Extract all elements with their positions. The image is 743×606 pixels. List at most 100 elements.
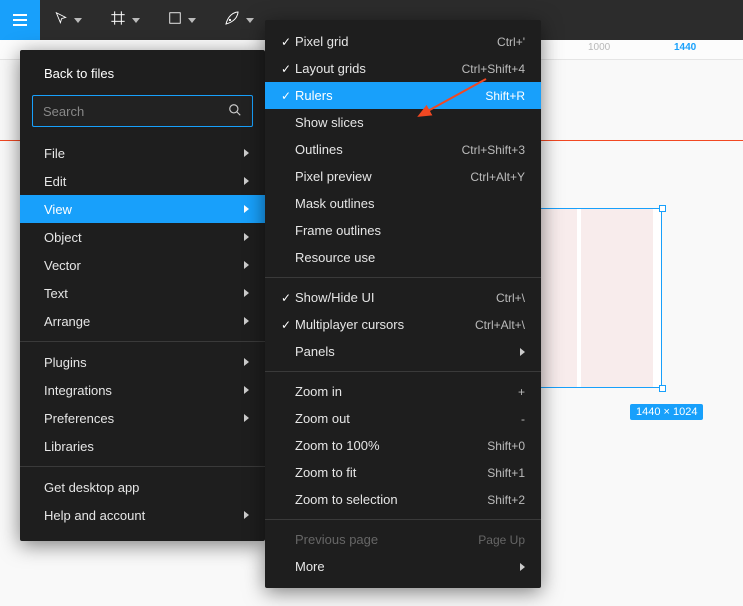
submenu-item-label: Zoom to fit (295, 465, 487, 480)
submenu-item-multiplayer-cursors[interactable]: ✓Multiplayer cursorsCtrl+Alt+\ (265, 311, 541, 338)
submenu-item-more[interactable]: More (265, 553, 541, 580)
chevron-right-icon (244, 233, 249, 241)
submenu-item-pixel-preview[interactable]: Pixel previewCtrl+Alt+Y (265, 163, 541, 190)
menu-item-label: Preferences (44, 411, 244, 426)
chevron-right-icon (244, 386, 249, 394)
shortcut-label: - (521, 412, 525, 426)
submenu-item-panels[interactable]: Panels (265, 338, 541, 365)
menu-item-plugins[interactable]: Plugins (20, 348, 265, 376)
menu-item-view[interactable]: View (20, 195, 265, 223)
submenu-item-show-hide-ui[interactable]: ✓Show/Hide UICtrl+\ (265, 284, 541, 311)
submenu-item-zoom-to-selection[interactable]: Zoom to selectionShift+2 (265, 486, 541, 513)
tool-shape[interactable] (154, 0, 210, 40)
shortcut-label: Ctrl+' (497, 35, 525, 49)
tool-move[interactable] (40, 0, 96, 40)
submenu-item-pixel-grid[interactable]: ✓Pixel gridCtrl+' (265, 28, 541, 55)
submenu-item-label: More (295, 559, 520, 574)
submenu-item-label: Zoom in (295, 384, 518, 399)
tool-pen[interactable] (210, 0, 268, 40)
submenu-item-label: Frame outlines (295, 223, 525, 238)
submenu-item-outlines[interactable]: OutlinesCtrl+Shift+3 (265, 136, 541, 163)
chevron-right-icon (244, 289, 249, 297)
chevron-right-icon (520, 563, 525, 571)
shortcut-label: Ctrl+\ (496, 291, 525, 305)
submenu-item-zoom-to-100-[interactable]: Zoom to 100%Shift+0 (265, 432, 541, 459)
menu-item-vector[interactable]: Vector (20, 251, 265, 279)
shortcut-label: Ctrl+Alt+Y (470, 170, 525, 184)
chevron-down-icon (246, 18, 254, 23)
menu-item-label: Help and account (44, 508, 244, 523)
chevron-right-icon (244, 261, 249, 269)
chevron-right-icon (244, 149, 249, 157)
menu-search[interactable] (32, 95, 253, 127)
ruler-label: 1440 (674, 42, 696, 53)
shortcut-label: Shift+2 (487, 493, 525, 507)
menu-item-file[interactable]: File (20, 139, 265, 167)
submenu-item-label: Pixel grid (295, 34, 497, 49)
submenu-item-label: Zoom out (295, 411, 521, 426)
submenu-item-label: Previous page (295, 532, 478, 547)
shortcut-label: Shift+1 (487, 466, 525, 480)
shortcut-label: + (518, 385, 525, 399)
menu-item-label: Plugins (44, 355, 244, 370)
menu-item-label: Integrations (44, 383, 244, 398)
submenu-item-label: Mask outlines (295, 196, 525, 211)
shortcut-label: Shift+R (485, 89, 525, 103)
submenu-item-label: Show/Hide UI (295, 290, 496, 305)
shortcut-label: Shift+0 (487, 439, 525, 453)
menu-item-edit[interactable]: Edit (20, 167, 265, 195)
menu-item-label: Arrange (44, 314, 244, 329)
move-icon (54, 11, 68, 30)
menu-item-text[interactable]: Text (20, 279, 265, 307)
menu-item-integrations[interactable]: Integrations (20, 376, 265, 404)
selection-handle[interactable] (659, 205, 666, 212)
chevron-right-icon (244, 205, 249, 213)
submenu-item-layout-grids[interactable]: ✓Layout gridsCtrl+Shift+4 (265, 55, 541, 82)
submenu-item-label: Rulers (295, 88, 485, 103)
submenu-item-label: Panels (295, 344, 520, 359)
pen-icon (224, 10, 240, 31)
shortcut-label: Page Up (478, 533, 525, 547)
submenu-item-rulers[interactable]: ✓RulersShift+R (265, 82, 541, 109)
menu-search-input[interactable] (43, 104, 220, 119)
tool-frame[interactable] (96, 0, 154, 40)
main-menu: Back to files File Edit View Object Vector Te… (20, 50, 265, 541)
check-icon: ✓ (277, 89, 295, 103)
shortcut-label: Ctrl+Alt+\ (475, 318, 525, 332)
menu-item-get-desktop-app[interactable]: Get desktop app (20, 473, 265, 501)
submenu-item-zoom-in[interactable]: Zoom in+ (265, 378, 541, 405)
menu-item-label: Object (44, 230, 244, 245)
selection-handle[interactable] (659, 385, 666, 392)
menu-item-object[interactable]: Object (20, 223, 265, 251)
menu-item-label: Edit (44, 174, 244, 189)
menu-item-label: File (44, 146, 244, 161)
shape-icon (168, 11, 182, 30)
hamburger-menu-button[interactable] (0, 0, 40, 40)
menu-item-help-and-account[interactable]: Help and account (20, 501, 265, 529)
check-icon: ✓ (277, 62, 295, 76)
menu-item-label: View (44, 202, 244, 217)
submenu-item-mask-outlines[interactable]: Mask outlines (265, 190, 541, 217)
view-submenu: ✓Pixel gridCtrl+'✓Layout gridsCtrl+Shift… (265, 20, 541, 588)
chevron-right-icon (244, 414, 249, 422)
submenu-item-label: Outlines (295, 142, 462, 157)
search-icon (228, 103, 242, 120)
submenu-item-previous-page: Previous pagePage Up (265, 526, 541, 553)
back-to-files[interactable]: Back to files (20, 56, 265, 95)
submenu-item-zoom-to-fit[interactable]: Zoom to fitShift+1 (265, 459, 541, 486)
check-icon: ✓ (277, 291, 295, 305)
chevron-right-icon (244, 317, 249, 325)
check-icon: ✓ (277, 35, 295, 49)
menu-item-arrange[interactable]: Arrange (20, 307, 265, 335)
submenu-item-resource-use[interactable]: Resource use (265, 244, 541, 271)
submenu-item-zoom-out[interactable]: Zoom out- (265, 405, 541, 432)
frame-icon (110, 10, 126, 31)
submenu-item-show-slices[interactable]: Show slices (265, 109, 541, 136)
submenu-item-label: Layout grids (295, 61, 462, 76)
menu-item-libraries[interactable]: Libraries (20, 432, 265, 460)
submenu-item-label: Zoom to 100% (295, 438, 487, 453)
menu-item-label: Text (44, 286, 244, 301)
submenu-item-frame-outlines[interactable]: Frame outlines (265, 217, 541, 244)
submenu-item-label: Zoom to selection (295, 492, 487, 507)
menu-item-preferences[interactable]: Preferences (20, 404, 265, 432)
